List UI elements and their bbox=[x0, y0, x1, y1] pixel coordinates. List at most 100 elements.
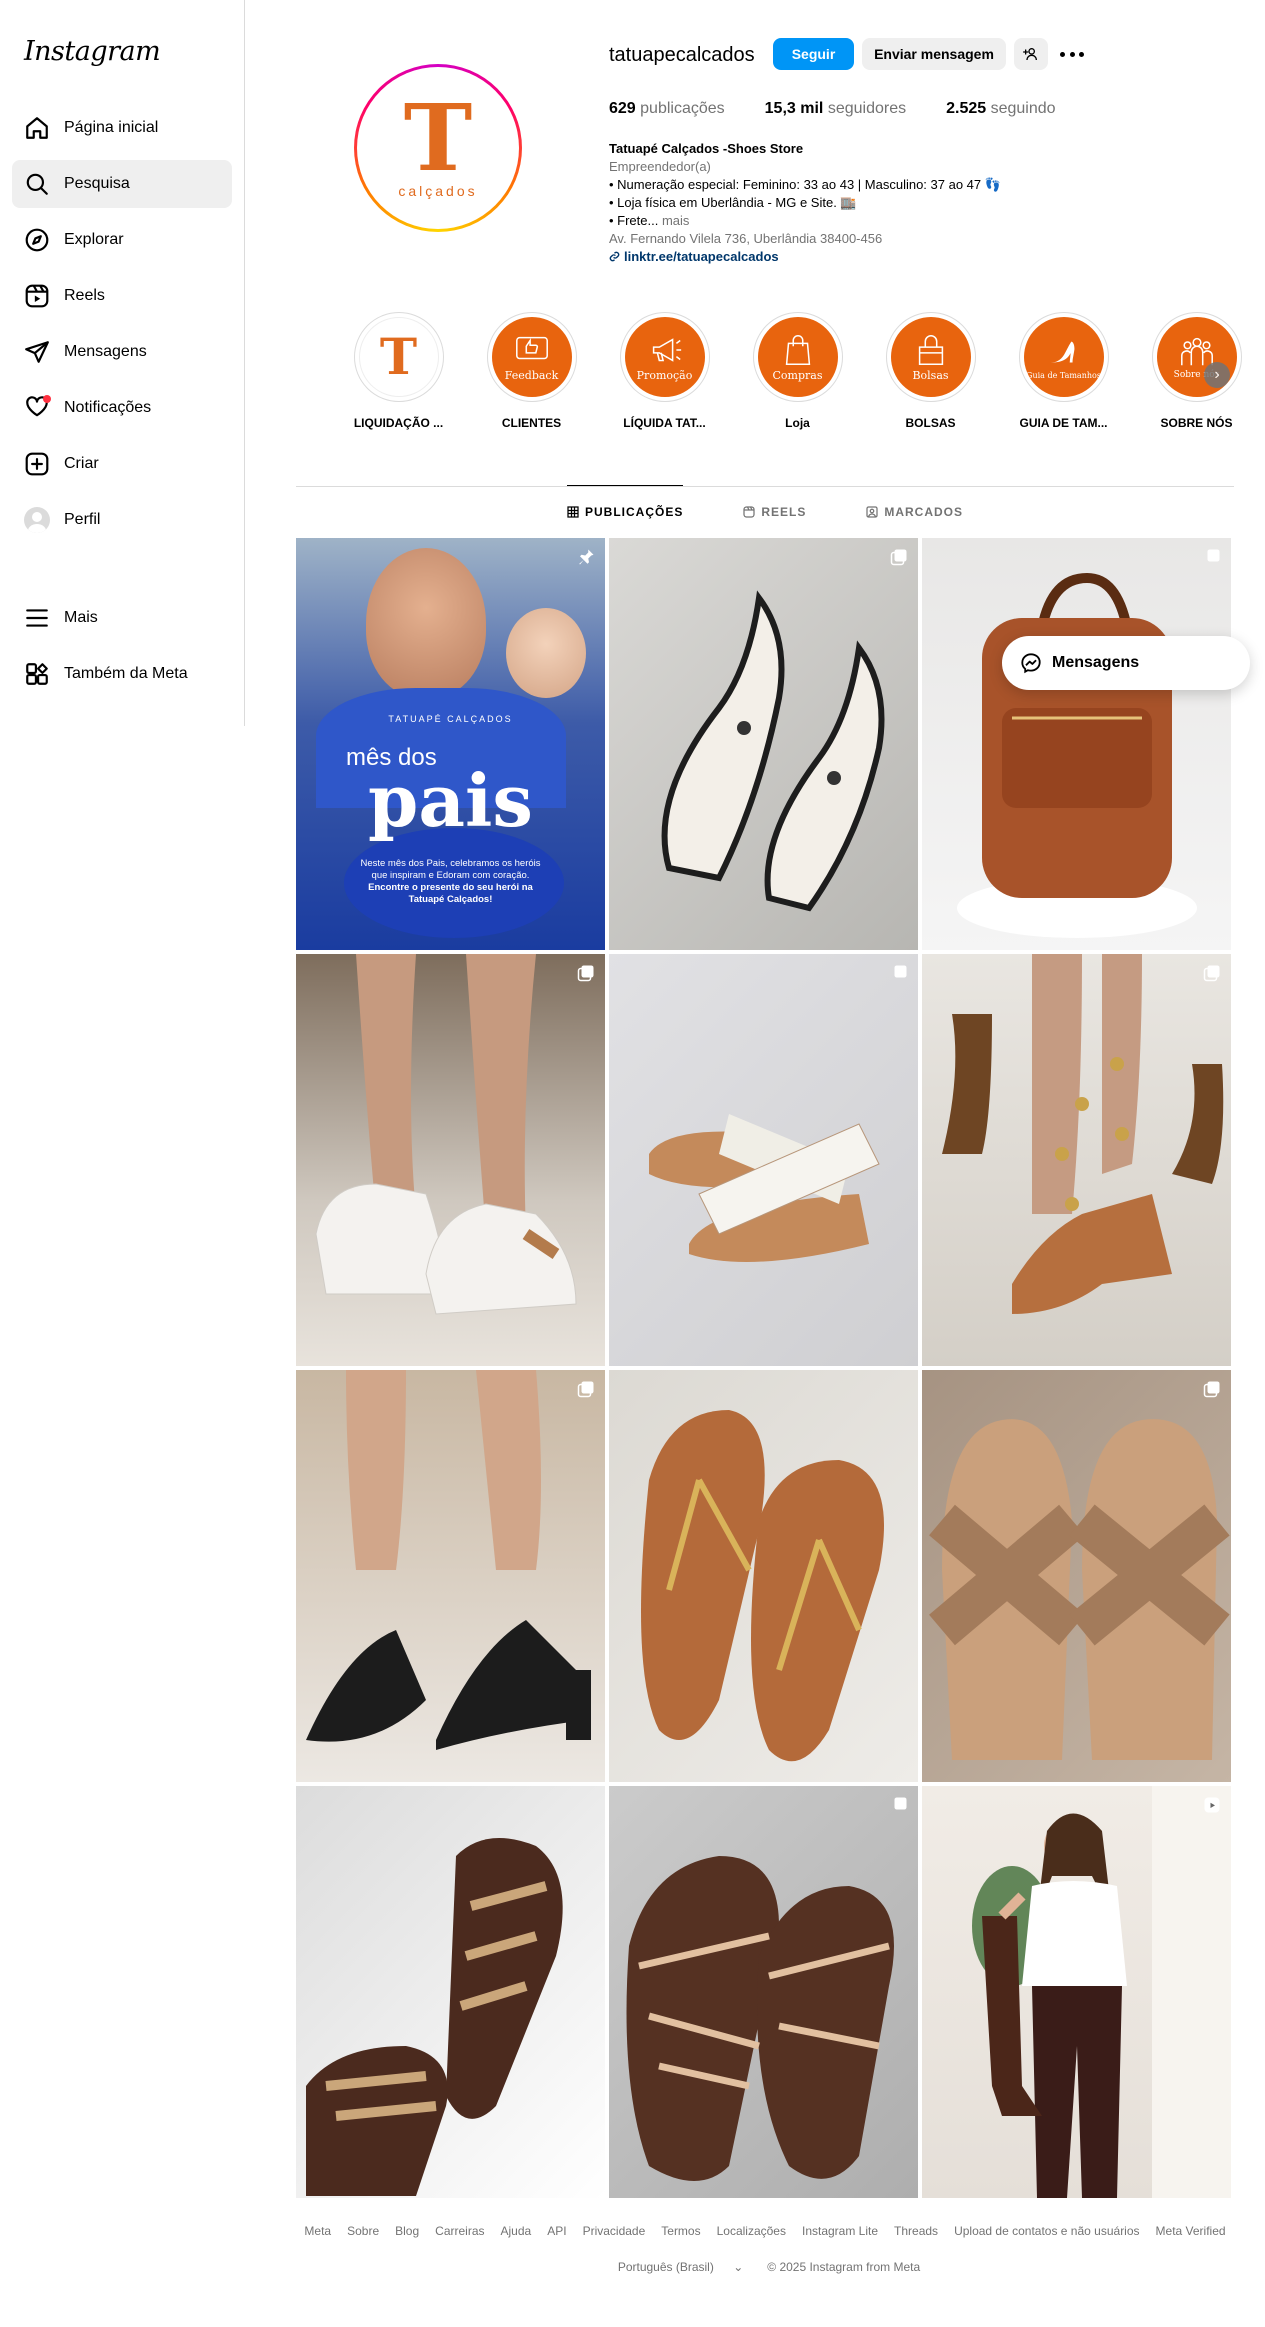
sidebar: Instagram Página inicial Pesquisa Explor… bbox=[0, 0, 245, 726]
search-icon bbox=[26, 173, 48, 195]
sidebar-item-explore[interactable]: Explorar bbox=[12, 216, 232, 264]
reels-icon bbox=[25, 284, 49, 308]
profile-address[interactable]: Av. Fernando Vilela 736, Uberlândia 3840… bbox=[609, 230, 1129, 248]
highlight-item[interactable]: Guia de Tamanhos GUIA DE TAM... bbox=[997, 312, 1130, 430]
post-photo-strappy-sandals bbox=[626, 1856, 894, 2181]
profile-link[interactable]: linktr.ee/tatuapecalcados bbox=[609, 248, 1129, 266]
post-tile[interactable] bbox=[296, 1370, 605, 1782]
post-photo-studded-sandals bbox=[942, 954, 1224, 1314]
tab-tagged[interactable]: MARCADOS bbox=[866, 485, 963, 537]
sidebar-item-messages[interactable]: Mensagens bbox=[12, 328, 232, 376]
tab-reels[interactable]: REELS bbox=[743, 485, 806, 537]
meta-apps-icon bbox=[26, 663, 48, 685]
posts-count[interactable]: 629 publicações bbox=[609, 100, 725, 118]
highlight-item[interactable]: Feedback CLIENTES bbox=[465, 312, 598, 430]
sidebar-item-profile[interactable]: Perfil bbox=[12, 496, 232, 544]
megaphone-icon bbox=[652, 337, 681, 362]
footer-link[interactable]: Instagram Lite bbox=[802, 2224, 878, 2238]
chevron-right-icon: › bbox=[1214, 366, 1220, 383]
sidebar-item-notifications[interactable]: Notificações bbox=[12, 384, 232, 432]
grid-icon bbox=[567, 505, 579, 518]
highlight-item[interactable]: T LIQUIDAÇÃO ... bbox=[332, 312, 465, 430]
post-photo-jeweled-sandals bbox=[306, 1838, 563, 2196]
logo-letter: T bbox=[403, 83, 473, 192]
language-selector[interactable]: Português (Brasil) ⌄ bbox=[610, 2260, 751, 2274]
footer-link[interactable]: Upload de contatos e não usuários bbox=[954, 2224, 1139, 2238]
bio-more-link[interactable]: mais bbox=[662, 213, 689, 228]
post-photo-baby bbox=[506, 608, 586, 698]
footer-link[interactable]: Meta bbox=[304, 2224, 331, 2238]
logo-letter: T bbox=[379, 327, 418, 386]
post-tile[interactable] bbox=[922, 538, 1231, 950]
post-tile[interactable] bbox=[609, 1370, 918, 1782]
highlight-label: LIQUIDAÇÃO ... bbox=[353, 416, 444, 430]
sidebar-item-create[interactable]: Criar bbox=[12, 440, 232, 488]
highlight-item[interactable]: Sobre nós SOBRE NÓS bbox=[1130, 312, 1263, 430]
carousel-icon bbox=[577, 965, 594, 982]
post-tile[interactable] bbox=[609, 538, 918, 950]
footer-link[interactable]: API bbox=[547, 2224, 566, 2238]
post-tile[interactable] bbox=[609, 954, 918, 1366]
sidebar-item-reels[interactable]: Reels bbox=[12, 272, 232, 320]
sidebar-item-label: Também da Meta bbox=[64, 665, 188, 682]
highlight-item[interactable]: Bolsas BOLSAS bbox=[864, 312, 997, 430]
carousel-icon bbox=[577, 1381, 594, 1398]
footer-link[interactable]: Termos bbox=[661, 2224, 700, 2238]
link-icon bbox=[609, 251, 620, 262]
sidebar-item-label: Criar bbox=[64, 455, 99, 472]
instagram-logo[interactable]: Instagram bbox=[24, 36, 161, 67]
footer-link[interactable]: Privacidade bbox=[583, 2224, 646, 2238]
tab-posts[interactable]: PUBLICAÇÕES bbox=[566, 485, 684, 537]
highlights-next-button[interactable]: › bbox=[1204, 362, 1230, 388]
post-tile[interactable] bbox=[296, 1786, 605, 2198]
post-tile[interactable] bbox=[922, 954, 1231, 1366]
send-message-button[interactable]: Enviar mensagem bbox=[862, 38, 1006, 70]
post-tile[interactable] bbox=[609, 1786, 918, 2198]
sidebar-item-more[interactable]: Mais bbox=[12, 594, 232, 642]
highlight-item[interactable]: Compras Loja bbox=[731, 312, 864, 430]
post-tile[interactable] bbox=[296, 954, 605, 1366]
post-photo-person bbox=[366, 548, 486, 698]
post-tile[interactable]: TATUAPÉ CALÇADOS mês dos pais Neste mês … bbox=[296, 538, 605, 950]
send-icon bbox=[25, 341, 49, 363]
messages-floating-button[interactable]: Mensagens bbox=[1002, 636, 1250, 690]
high-heel-icon bbox=[1050, 341, 1074, 362]
sidebar-item-search[interactable]: Pesquisa bbox=[12, 160, 232, 208]
post-tile[interactable] bbox=[922, 1786, 1231, 2198]
compass-icon bbox=[25, 228, 49, 252]
carousel-icon bbox=[894, 1797, 907, 1810]
profile-tabs: PUBLICAÇÕES REELS MARCADOS bbox=[296, 485, 1234, 537]
footer-link[interactable]: Blog bbox=[395, 2224, 419, 2238]
sidebar-bottom: Mais Também da Meta bbox=[12, 594, 232, 706]
footer-link[interactable]: Sobre bbox=[347, 2224, 379, 2238]
sidebar-item-label: Pesquisa bbox=[64, 175, 130, 192]
footer-link[interactable]: Meta Verified bbox=[1156, 2224, 1226, 2238]
tagged-icon bbox=[866, 505, 878, 518]
highlight-label: Loja bbox=[785, 416, 810, 430]
sidebar-item-also-from-meta[interactable]: Também da Meta bbox=[12, 650, 232, 698]
bio-line: • Frete... mais bbox=[609, 213, 690, 228]
post-photo-model-boots bbox=[972, 1786, 1231, 2198]
footer-link[interactable]: Threads bbox=[894, 2224, 938, 2238]
post-tile[interactable] bbox=[922, 1370, 1231, 1782]
carousel-icon bbox=[894, 965, 907, 978]
more-options-icon[interactable] bbox=[1060, 44, 1084, 64]
following-count[interactable]: 2.525 seguindo bbox=[946, 100, 1055, 118]
sidebar-item-label: Explorar bbox=[64, 231, 124, 248]
sidebar-item-label: Página inicial bbox=[64, 119, 159, 136]
follow-button[interactable]: Seguir bbox=[773, 38, 854, 70]
post-photo-flip-flops bbox=[641, 1410, 884, 1762]
sidebar-item-home[interactable]: Página inicial bbox=[12, 104, 232, 152]
followers-count[interactable]: 15,3 mil seguidores bbox=[765, 100, 906, 118]
highlight-cover: Promoção bbox=[624, 317, 705, 397]
profile-picture[interactable]: T calçados bbox=[354, 64, 522, 232]
highlight-cover: Guia de Tamanhos bbox=[1023, 317, 1104, 397]
highlight-item[interactable]: Promoção LÍQUIDA TAT... bbox=[598, 312, 731, 430]
highlight-cover-text: Promoção bbox=[636, 368, 693, 382]
home-icon bbox=[26, 117, 48, 139]
footer-link[interactable]: Ajuda bbox=[501, 2224, 532, 2238]
footer-link[interactable]: Localizações bbox=[717, 2224, 786, 2238]
suggest-users-button[interactable] bbox=[1014, 38, 1048, 70]
footer-link[interactable]: Carreiras bbox=[435, 2224, 484, 2238]
profile-logo: T calçados bbox=[357, 67, 519, 229]
